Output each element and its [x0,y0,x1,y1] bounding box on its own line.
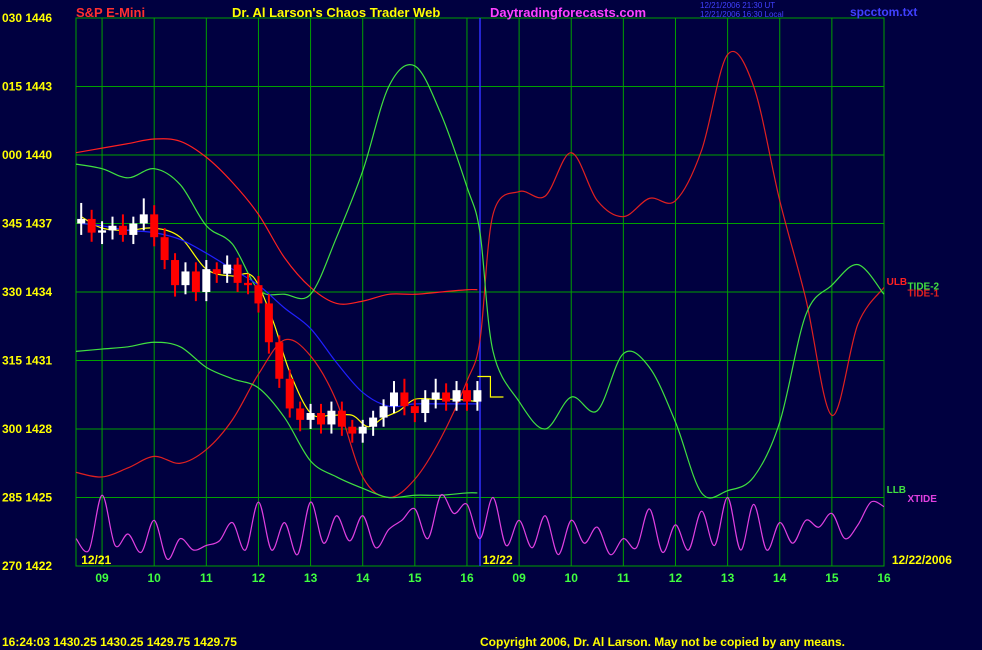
x-tick-label: 13 [304,571,318,585]
price-bar-body [118,225,127,235]
x-tick-label: 10 [148,571,162,585]
price-bar-body [77,218,86,224]
price-bar-body [337,410,346,427]
x-tick-label: 15 [825,571,839,585]
price-bar-body [400,392,409,407]
x-tick-label: 13 [721,571,735,585]
price-bar-body [275,342,284,379]
price-bar-body [150,214,159,238]
price-bar-body [462,390,471,402]
chart-title: Dr. Al Larson's Chaos Trader Web [232,5,440,20]
price-bar-body [306,413,315,420]
price-bar-body [369,417,378,427]
price-bar-body [285,378,294,409]
price-bar-body [358,426,367,434]
price-bar-body [223,264,232,274]
price-bar-body [389,392,398,407]
x-tick-label: 14 [773,571,787,585]
price-bar-body [244,282,253,286]
timestamp-ut: 12/21/2006 21:30 UT [700,1,775,10]
data-file-name: spcctom.txt [850,5,917,19]
x-tick-label: 09 [512,571,526,585]
x-tick-label: 16 [877,571,891,585]
price-bar-body [327,410,336,425]
price-bar-body [129,223,138,235]
price-bar-body [139,214,148,224]
y-tick-label: 330 1434 [2,285,52,299]
timestamp-local: 12/21/2006 16:30 Local [700,10,784,19]
x-tick-label: 10 [565,571,579,585]
x-tick-label: 16 [460,571,474,585]
y-tick-label: 300 1428 [2,422,52,436]
price-bar-body [160,237,169,261]
x-tick-label: 11 [617,571,630,585]
price-bar-body [348,426,357,434]
y-tick-label: 315 1431 [2,354,52,368]
price-bar-body [317,413,326,425]
x-tick-label: 09 [95,571,109,585]
y-tick-label: 015 1443 [2,80,52,94]
price-bar-body [108,225,117,231]
price-bar-body [181,271,190,286]
x-tick-label: 11 [200,571,213,585]
price-bar-body [379,406,388,418]
y-tick-label: 285 1425 [2,491,52,505]
price-bar-body [410,406,419,414]
price-bar-body [264,303,273,343]
series-end-label: LLB [887,485,906,496]
date-label: 12/21 [81,553,111,567]
price-bar-body [431,392,440,400]
price-bar-body [171,260,180,286]
price-bar-body [233,264,242,283]
chart-canvas: 030 1446 015 1443 000 1440 345 1437 330 1434… [0,0,982,650]
price-bar-body [473,390,482,402]
price-bar-body [296,408,305,420]
y-tick-label: 270 1422 [2,559,52,573]
price-bar-body [202,269,211,292]
x-tick-label: 12 [669,571,683,585]
x-tick-label: 14 [356,571,370,585]
price-bar-body [421,399,430,414]
price-bar-body [87,218,96,233]
site-link[interactable]: Daytradingforecasts.com [490,5,646,20]
y-tick-label: 345 1437 [2,217,52,231]
series-end-label: TIDE-1 [907,289,939,300]
series-end-label: ULB [887,277,908,288]
quote-status: 16:24:03 1430.25 1430.25 1429.75 1429.75 [2,635,237,649]
x-tick-label: 15 [408,571,422,585]
price-bar-body [212,269,221,274]
date-label: 12/22 [483,553,513,567]
y-tick-label: 030 1446 [2,11,52,25]
price-bar-body [452,390,461,402]
price-bar-body [191,271,200,292]
price-bar-body [442,392,451,402]
x-tick-label: 12 [252,571,266,585]
price-bar-body [98,230,107,233]
copyright-notice: Copyright 2006, Dr. Al Larson. May not b… [480,635,845,649]
symbol-label: S&P E-Mini [76,5,145,20]
y-tick-label: 000 1440 [2,148,52,162]
date-label: 12/22/2006 [892,553,952,567]
series-end-label: XTIDE [907,494,937,505]
price-bar-body [254,285,263,304]
